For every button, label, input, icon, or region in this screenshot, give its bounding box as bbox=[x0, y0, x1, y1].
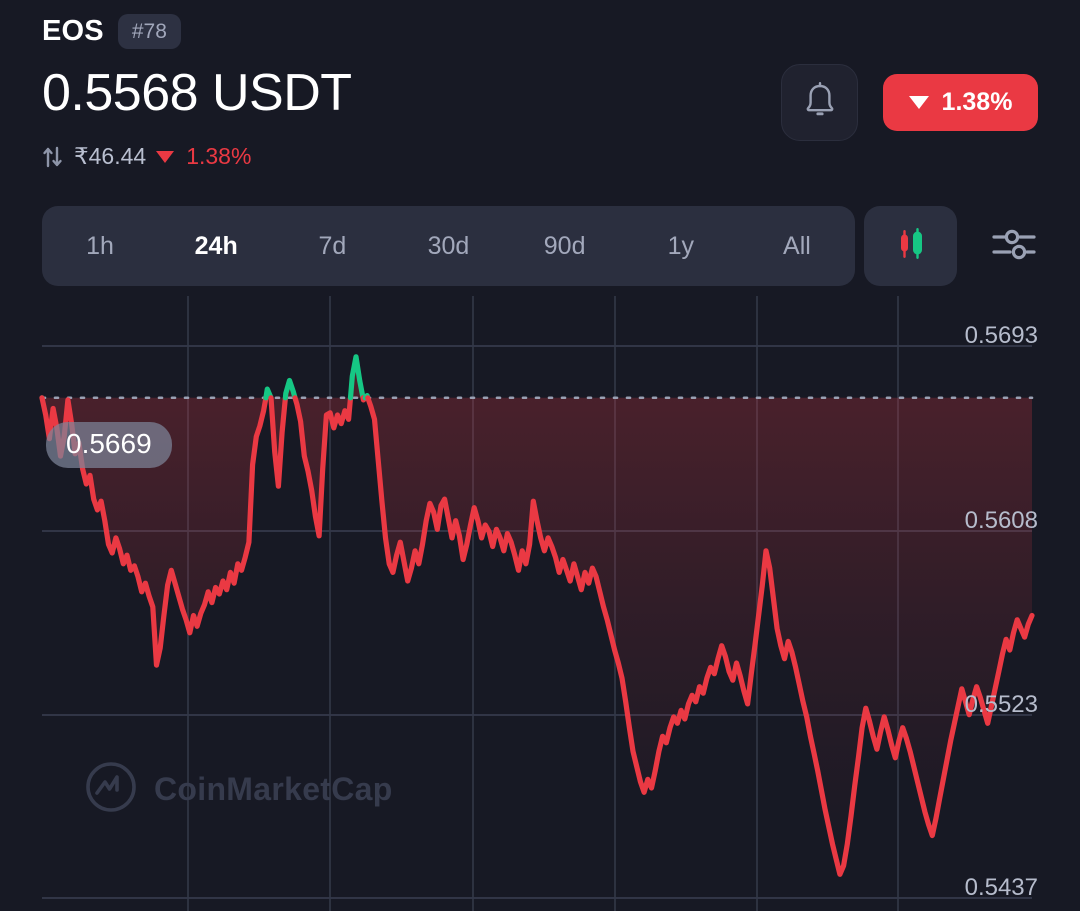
reference-price-label: 0.5669 bbox=[46, 422, 172, 468]
tab-90d[interactable]: 90d bbox=[507, 233, 623, 259]
bell-icon bbox=[802, 81, 838, 124]
arrow-down-icon bbox=[156, 150, 175, 163]
watermark-text: CoinMarketCap bbox=[154, 771, 393, 807]
tab-all[interactable]: All bbox=[739, 233, 855, 259]
tab-1y[interactable]: 1y bbox=[623, 233, 739, 259]
tab-1h[interactable]: 1h bbox=[42, 233, 158, 259]
fiat-price: ₹46.44 bbox=[74, 143, 147, 169]
chart-settings-button[interactable] bbox=[978, 215, 1050, 277]
price-chart[interactable]: CoinMarketCap 0.5669 0.5693 0.5608 0.552… bbox=[0, 296, 1080, 911]
y-axis-tick-0: 0.5693 bbox=[964, 322, 1038, 349]
fiat-conversion-row: ₹46.44 1.38% bbox=[42, 143, 251, 170]
page-title: 0.5568 USDT bbox=[42, 64, 352, 122]
sliders-icon bbox=[989, 221, 1039, 272]
tab-24h[interactable]: 24h bbox=[158, 233, 274, 259]
swap-vertical-icon[interactable] bbox=[42, 145, 64, 169]
coin-symbol: EOS bbox=[42, 15, 104, 47]
coinmarketcap-logo-icon bbox=[84, 760, 138, 819]
y-axis-tick-3: 0.5437 bbox=[964, 874, 1038, 901]
symbol-row: EOS #78 bbox=[42, 14, 181, 49]
coin-header: EOS #78 0.5568 USDT ₹46.44 1.38% 1.38% bbox=[0, 0, 1080, 190]
coin-detail-screen: EOS #78 0.5568 USDT ₹46.44 1.38% 1.38% 1… bbox=[0, 0, 1080, 911]
tab-7d[interactable]: 7d bbox=[274, 233, 390, 259]
candlestick-chart-toggle[interactable] bbox=[864, 206, 957, 286]
price-row: 0.5568 USDT bbox=[42, 66, 352, 121]
y-axis-tick-2: 0.5523 bbox=[964, 691, 1038, 718]
y-axis-tick-1: 0.5608 bbox=[964, 507, 1038, 534]
coinmarketcap-watermark: CoinMarketCap bbox=[84, 760, 393, 819]
status-badge: 1.38% bbox=[941, 88, 1013, 116]
time-range-tabs: 1h 24h 7d 30d 90d 1y All bbox=[42, 206, 855, 286]
change-percent-text: 1.38% bbox=[186, 143, 252, 169]
rank-badge: #78 bbox=[117, 14, 181, 49]
candlestick-icon bbox=[889, 222, 933, 271]
change-percent-badge[interactable]: 1.38% bbox=[883, 74, 1038, 131]
arrow-down-icon bbox=[908, 96, 929, 109]
notification-bell-button[interactable] bbox=[781, 64, 858, 141]
tab-30d[interactable]: 30d bbox=[390, 233, 506, 259]
